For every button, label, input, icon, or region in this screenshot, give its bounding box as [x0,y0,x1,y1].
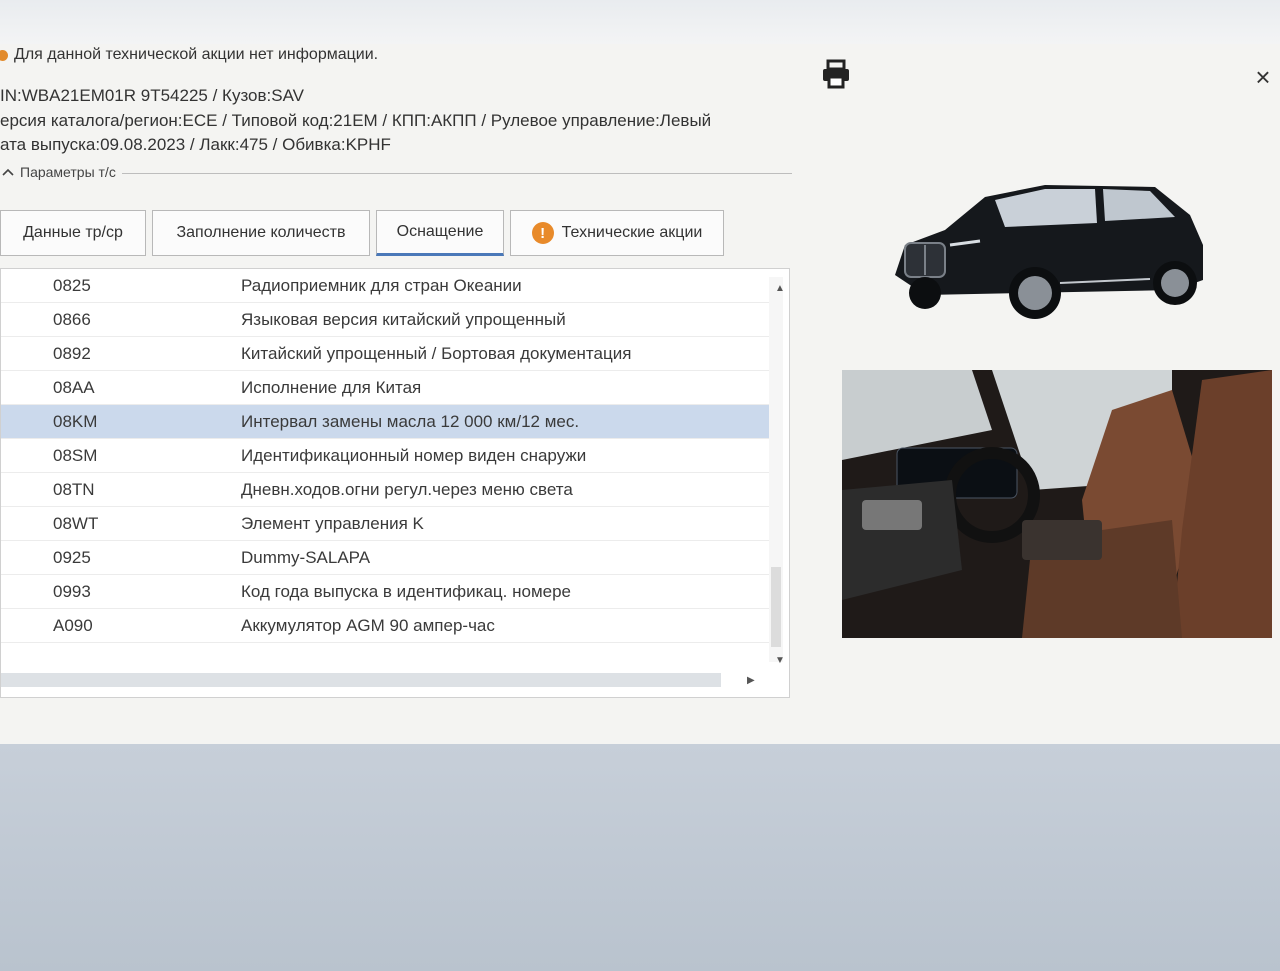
vertical-scrollbar[interactable] [769,277,783,662]
warning-icon [0,49,8,61]
scroll-down-icon[interactable]: ▼ [775,655,785,666]
tab-label: Оснащение [396,223,484,240]
list-item[interactable]: 08SM Идентификационный номер виден снару… [1,439,769,473]
equipment-code: 0866 [53,309,91,329]
list-item[interactable]: 08AA Исполнение для Китая [1,371,769,405]
list-item[interactable]: 08TN Дневн.ходов.огни регул.через меню с… [1,473,769,507]
equipment-list: 0825 Радиоприемник для стран Океании 086… [0,268,790,698]
vehicle-exterior-image [885,175,1215,335]
equipment-code: 0925 [53,547,91,567]
equipment-description: Китайский упрощенный / Бортовая документ… [241,343,632,363]
equipment-code: 08SM [53,445,98,465]
equipment-code: 08KM [53,411,98,431]
tab-label: Данные тр/ср [23,224,123,241]
chevron-up-icon [2,164,14,180]
tab-equipment[interactable]: Оснащение [376,210,504,256]
equipment-description: Исполнение для Китая [241,377,422,397]
scrollbar-thumb[interactable] [771,567,781,647]
list-item[interactable]: 0925 Dummy-SALAPA [1,541,769,575]
list-item-selected[interactable]: 08KM Интервал замены масла 12 000 км/12 … [1,405,769,439]
equipment-description: Языковая версия китайский упрощенный [241,309,566,329]
equipment-code: 08TN [53,479,95,499]
equipment-description: Интервал замены масла 12 000 км/12 мес. [241,411,580,431]
equipment-code: 0993 [53,581,91,601]
list-item[interactable]: 0993 Код года выпуска в идентификац. ном… [1,575,769,609]
vin-line: IN:WBA21EM01R 9T54225 / Кузов:SAV [0,86,305,105]
catalog-line: ерсия каталога/регион:ECE / Типовой код:… [0,111,712,130]
equipment-description: Код года выпуска в идентификац. номере [241,581,572,601]
vehicle-interior-image [842,370,1272,638]
params-section-toggle[interactable]: Параметры т/с [2,164,792,180]
list-item[interactable]: 08WT Элемент управления K [1,507,769,541]
horizontal-scrollbar[interactable] [1,673,721,687]
equipment-code: 0825 [53,275,91,295]
title-bar [0,0,1280,46]
equipment-description: Идентификационный номер виден снаружи [241,445,587,465]
equipment-description: Dummy-SALAPA [241,547,371,567]
list-item[interactable]: 0866 Языковая версия китайский упрощенны… [1,303,769,337]
list-item[interactable]: 0892 Китайский упрощенный / Бортовая док… [1,337,769,371]
equipment-code: A090 [53,615,93,635]
warning-icon: ! [531,222,554,244]
equipment-code: 08WT [53,513,99,533]
tab-label: Заполнение количеств [176,224,346,241]
equipment-description: Дневн.ходов.огни регул.через меню света [241,479,573,499]
notice-text: Для данной технической акции нет информа… [14,46,379,63]
list-item[interactable]: A090 Аккумулятор AGM 90 ампер-час [1,609,769,643]
equipment-code: 0892 [53,343,91,363]
equipment-description: Аккумулятор AGM 90 ампер-час [241,615,495,635]
scroll-up-icon[interactable]: ▲ [775,283,785,294]
tab-vehicle-data[interactable]: Данные тр/ср [0,210,146,256]
production-line: ата выпуска:09.08.2023 / Лакк:475 / Обив… [0,135,391,154]
list-item[interactable]: 0825 Радиоприемник для стран Океании [1,269,769,303]
divider [121,172,792,174]
desktop-background [0,744,1280,971]
tab-fill-quantities[interactable]: Заполнение количеств [152,210,370,256]
tab-technical-campaigns[interactable]: ! Технические акции [510,210,724,256]
tab-label: Технические акции [561,224,703,241]
equipment-code: 08AA [53,377,95,397]
print-icon[interactable] [820,58,852,90]
info-notice: Для данной технической акции нет информа… [0,46,378,64]
close-icon[interactable]: × [1252,64,1274,90]
equipment-description: Элемент управления K [241,513,424,533]
params-label: Параметры т/с [20,164,116,180]
scroll-right-icon[interactable]: ▶ [747,675,755,686]
equipment-description: Радиоприемник для стран Океании [241,275,522,295]
